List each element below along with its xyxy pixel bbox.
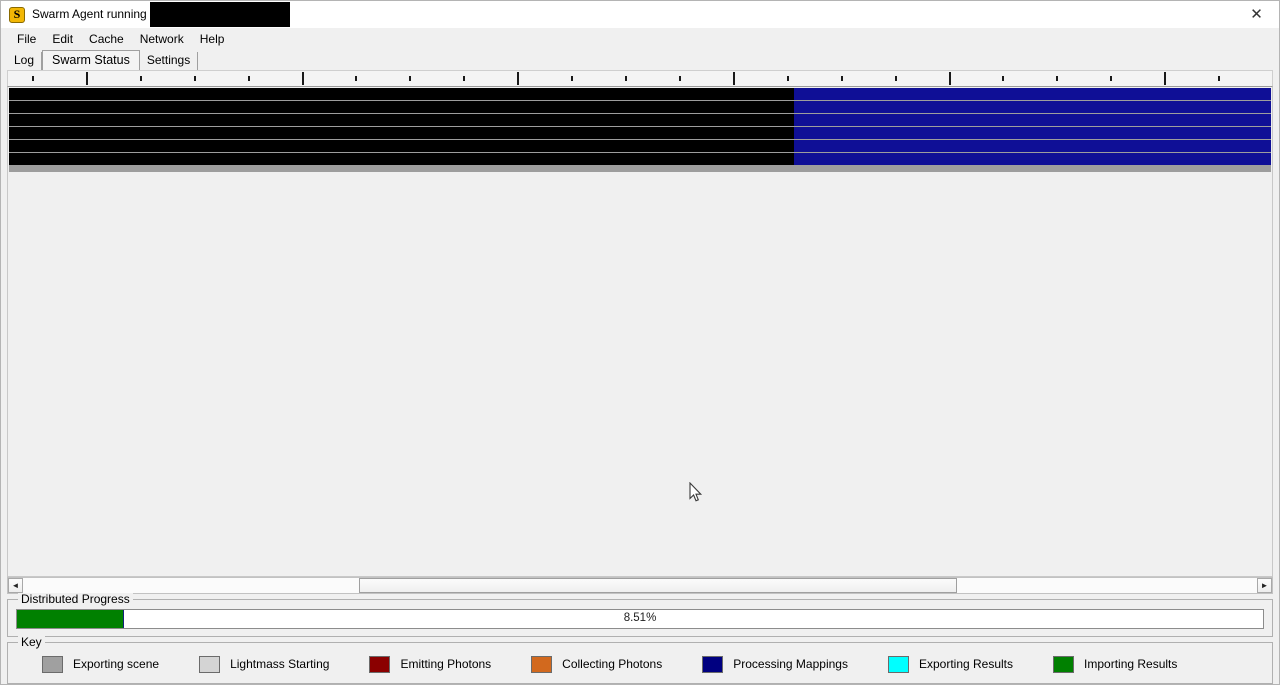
- progress-row[interactable]: [9, 88, 1271, 100]
- key-item-emitting-photons: Emitting Photons: [369, 655, 492, 673]
- key-label-collecting-photons: Collecting Photons: [562, 657, 663, 671]
- key-label-exporting-scene: Exporting scene: [73, 657, 160, 671]
- progress-segment-idle: [9, 153, 794, 165]
- key-label-exporting-results: Exporting Results: [918, 657, 1014, 671]
- ruler-tick: [1164, 72, 1167, 85]
- menu-item-file[interactable]: File: [9, 29, 44, 49]
- key-swatch-importing-results: [1053, 655, 1075, 673]
- progress-row[interactable]: [9, 114, 1271, 126]
- close-icon[interactable]: ✕: [1234, 1, 1279, 28]
- distributed-progress-bar: 8.51%: [16, 609, 1264, 629]
- ruler-tick: [732, 72, 735, 85]
- progress-segment-idle: [9, 114, 794, 126]
- ruler-tick: [1218, 76, 1221, 81]
- tab-strip: Log Swarm Status Settings: [1, 50, 1279, 71]
- key-label-lightmass-starting: Lightmass Starting: [230, 657, 330, 671]
- menu-item-help[interactable]: Help: [192, 29, 233, 49]
- swarm-status-panel: [7, 70, 1273, 577]
- ruler-tick: [1002, 76, 1005, 81]
- progress-row[interactable]: [9, 153, 1271, 165]
- key-label-processing-mappings: Processing Mappings: [733, 657, 848, 671]
- scroll-left-icon[interactable]: ◄: [8, 578, 23, 593]
- redacted-title-block: [149, 2, 290, 27]
- ruler-tick: [355, 76, 358, 81]
- key-item-importing-results: Importing Results: [1053, 655, 1178, 673]
- key-swatch-processing-mappings: [702, 655, 724, 673]
- progress-segment-idle: [9, 101, 794, 113]
- ruler-tick: [678, 76, 681, 81]
- tab-swarm-status[interactable]: Swarm Status: [42, 50, 140, 71]
- horizontal-scrollbar[interactable]: ◄ ►: [7, 577, 1273, 594]
- ruler-tick: [571, 76, 574, 81]
- progress-segment-processing-mappings: [793, 153, 1271, 165]
- menu-item-cache[interactable]: Cache: [81, 29, 132, 49]
- ruler-tick: [85, 72, 88, 85]
- distributed-progress-title: Distributed Progress: [18, 593, 133, 606]
- progress-row[interactable]: [9, 140, 1271, 152]
- ruler-tick: [1056, 76, 1059, 81]
- menu-bar: File Edit Cache Network Help: [1, 28, 1279, 50]
- progress-segment-idle: [9, 140, 794, 152]
- ruler-tick: [517, 72, 520, 85]
- key-legend: Exporting scene Lightmass Starting Emittin…: [16, 652, 1264, 676]
- title-bar-left: Swarm Agent running: [1, 1, 290, 28]
- progress-segment-processing-mappings: [793, 127, 1271, 139]
- swarm-agent-window: Swarm Agent running ✕ File Edit Cache Ne…: [0, 0, 1280, 685]
- scroll-right-icon[interactable]: ►: [1257, 578, 1272, 593]
- key-item-exporting-scene: Exporting scene: [42, 655, 160, 673]
- window-title: Swarm Agent running: [32, 7, 147, 21]
- key-swatch-lightmass-starting: [199, 655, 221, 673]
- key-swatch-collecting-photons: [531, 655, 553, 673]
- progress-segment-processing-mappings: [793, 114, 1271, 126]
- title-bar: Swarm Agent running ✕: [1, 1, 1279, 28]
- progress-view[interactable]: [7, 86, 1273, 577]
- ruler-tick: [409, 76, 412, 81]
- ruler-tick: [625, 76, 628, 81]
- key-group: Key Exporting scene Lightmass Starting Emi…: [7, 636, 1273, 684]
- key-swatch-exporting-results: [887, 655, 909, 673]
- menu-item-edit[interactable]: Edit: [44, 29, 81, 49]
- ruler-tick: [463, 76, 466, 81]
- key-swatch-emitting-photons: [369, 655, 391, 673]
- timeline-ruler: [7, 70, 1273, 86]
- progress-row[interactable]: [9, 101, 1271, 113]
- menu-item-network[interactable]: Network: [132, 29, 192, 49]
- ruler-tick: [193, 76, 196, 81]
- ruler-tick: [786, 76, 789, 81]
- key-swatch-exporting-scene: [42, 655, 63, 673]
- distributed-progress-group: Distributed Progress 8.51%: [7, 593, 1273, 637]
- ruler-tick: [247, 76, 250, 81]
- key-item-processing-mappings: Processing Mappings: [702, 655, 848, 673]
- key-item-lightmass-starting: Lightmass Starting: [199, 655, 330, 673]
- key-label-importing-results: Importing Results: [1084, 657, 1178, 671]
- swarm-app-icon: [9, 6, 25, 23]
- ruler-tick: [840, 76, 843, 81]
- ruler-tick: [31, 76, 34, 81]
- progress-row[interactable]: [9, 127, 1271, 139]
- key-item-exporting-results: Exporting Results: [887, 655, 1014, 673]
- scrollbar-track[interactable]: [23, 578, 1257, 593]
- ruler-tick: [948, 72, 951, 85]
- tab-log[interactable]: Log: [7, 52, 43, 70]
- key-title: Key: [18, 636, 45, 649]
- ruler-tick: [139, 76, 142, 81]
- key-label-emitting-photons: Emitting Photons: [400, 657, 492, 671]
- scrollbar-thumb[interactable]: [358, 578, 958, 593]
- progress-segment-idle: [9, 88, 794, 100]
- key-item-collecting-photons: Collecting Photons: [531, 655, 663, 673]
- progress-segment-processing-mappings: [793, 140, 1271, 152]
- ruler-tick: [894, 76, 897, 81]
- ruler-tick: [1110, 76, 1113, 81]
- tab-settings[interactable]: Settings: [140, 52, 199, 70]
- ruler-tick: [301, 72, 304, 85]
- progress-segment-idle: [9, 127, 794, 139]
- progress-rows: [9, 88, 1271, 172]
- progress-segment-processing-mappings: [793, 101, 1271, 113]
- progress-segment-processing-mappings: [793, 88, 1271, 100]
- distributed-progress-label: 8.51%: [623, 612, 657, 625]
